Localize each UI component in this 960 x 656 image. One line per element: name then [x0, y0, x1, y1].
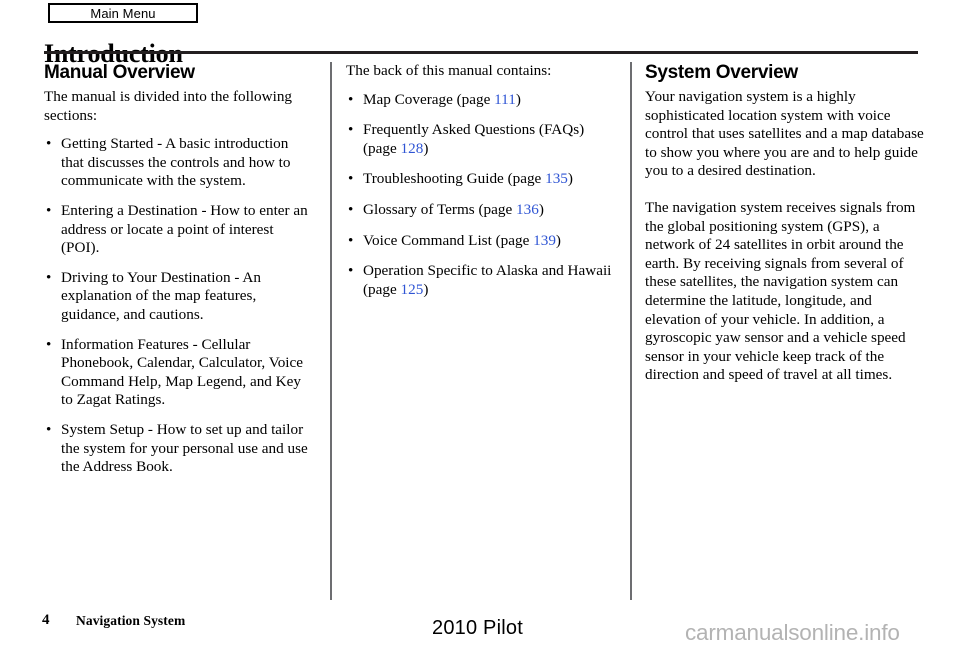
list-item-text-after: )	[555, 231, 561, 249]
bullet-icon: •	[348, 170, 354, 188]
list-item-text-after: )	[423, 280, 429, 298]
list-item[interactable]: • Glossary of Terms (page 136)	[346, 201, 614, 220]
bullet-icon: •	[348, 121, 354, 139]
system-overview-paragraph-1: Your navigation system is a highly sophi…	[645, 88, 924, 180]
bullet-icon: •	[348, 231, 354, 249]
list-item-text: Driving to Your Destination - An explana…	[61, 268, 261, 323]
watermark-text: carmanualsonline.info	[685, 620, 900, 645]
back-of-manual-intro: The back of this manual contains:	[346, 62, 552, 79]
manual-sections-list: • Getting Started - A basic introduction…	[44, 135, 312, 477]
list-item[interactable]: • Voice Command List (page 139)	[346, 232, 614, 251]
manual-overview-heading: Manual Overview	[44, 62, 195, 83]
footer-page-number: 4	[42, 612, 50, 628]
page-reference-link[interactable]: 136	[516, 201, 539, 218]
page-reference-link[interactable]: 128	[401, 140, 424, 157]
list-item-text-after: )	[567, 170, 573, 188]
list-item[interactable]: • Operation Specific to Alaska and Hawai…	[346, 262, 614, 299]
list-item[interactable]: • Troubleshooting Guide (page 135)	[346, 170, 614, 189]
page-reference-link[interactable]: 111	[494, 91, 516, 108]
list-item-text-after: )	[515, 90, 521, 108]
list-item: • Driving to Your Destination - An expla…	[44, 269, 312, 325]
list-item-text-after: )	[538, 200, 544, 218]
list-item-text: Map Coverage (page	[363, 90, 495, 108]
list-item-text: Entering a Destination - How to enter an…	[61, 201, 308, 257]
column-divider-right	[630, 62, 632, 600]
list-item-text: Information Features - Cellular Phoneboo…	[61, 335, 304, 409]
bullet-icon: •	[46, 268, 52, 286]
list-item-text: Glossary of Terms (page	[363, 200, 517, 218]
system-overview-paragraph-2: The navigation system receives signals f…	[645, 198, 916, 384]
page-reference-link[interactable]: 135	[545, 170, 568, 187]
bullet-icon: •	[348, 90, 354, 108]
back-of-manual-column: The back of this manual contains: • Map …	[346, 62, 614, 311]
list-item: • Information Features - Cellular Phoneb…	[44, 336, 312, 410]
list-item[interactable]: • Map Coverage (page 111)	[346, 91, 614, 110]
main-menu-button[interactable]: Main Menu	[48, 3, 198, 23]
list-item-text: Frequently Asked Questions (FAQs) (page	[363, 121, 585, 157]
list-item: • Getting Started - A basic introduction…	[44, 135, 312, 191]
manual-overview-column: Manual Overview The manual is divided in…	[44, 62, 312, 477]
main-menu-label: Main Menu	[90, 5, 156, 21]
list-item-text: Voice Command List (page	[363, 231, 534, 249]
bullet-icon: •	[348, 200, 354, 218]
list-item-text: Troubleshooting Guide (page	[363, 170, 546, 188]
bullet-icon: •	[46, 135, 52, 153]
bullet-icon: •	[46, 335, 52, 353]
bullet-icon: •	[348, 262, 354, 280]
list-item-text-after: )	[423, 139, 429, 157]
list-item-text: System Setup - How to set up and tailor …	[61, 420, 308, 476]
footer-section-name: Navigation System	[76, 613, 186, 628]
page-reference-link[interactable]: 139	[533, 232, 556, 249]
column-divider-left	[330, 62, 332, 600]
manual-overview-intro: The manual is divided into the following…	[44, 88, 293, 124]
list-item: • Entering a Destination - How to enter …	[44, 202, 312, 258]
title-divider-rule	[44, 51, 918, 54]
back-of-manual-list: • Map Coverage (page 111) • Frequently A…	[346, 91, 614, 300]
footer-model-name: 2010 Pilot	[432, 617, 523, 639]
page-reference-link[interactable]: 125	[401, 281, 424, 298]
list-item[interactable]: • Frequently Asked Questions (FAQs) (pag…	[346, 121, 614, 158]
list-item-text: Getting Started - A basic introduction t…	[61, 135, 291, 190]
list-item: • System Setup - How to set up and tailo…	[44, 421, 312, 477]
system-overview-column: System Overview Your navigation system i…	[645, 62, 925, 385]
bullet-icon: •	[46, 201, 52, 219]
system-overview-heading: System Overview	[645, 62, 798, 83]
bullet-icon: •	[46, 420, 52, 438]
